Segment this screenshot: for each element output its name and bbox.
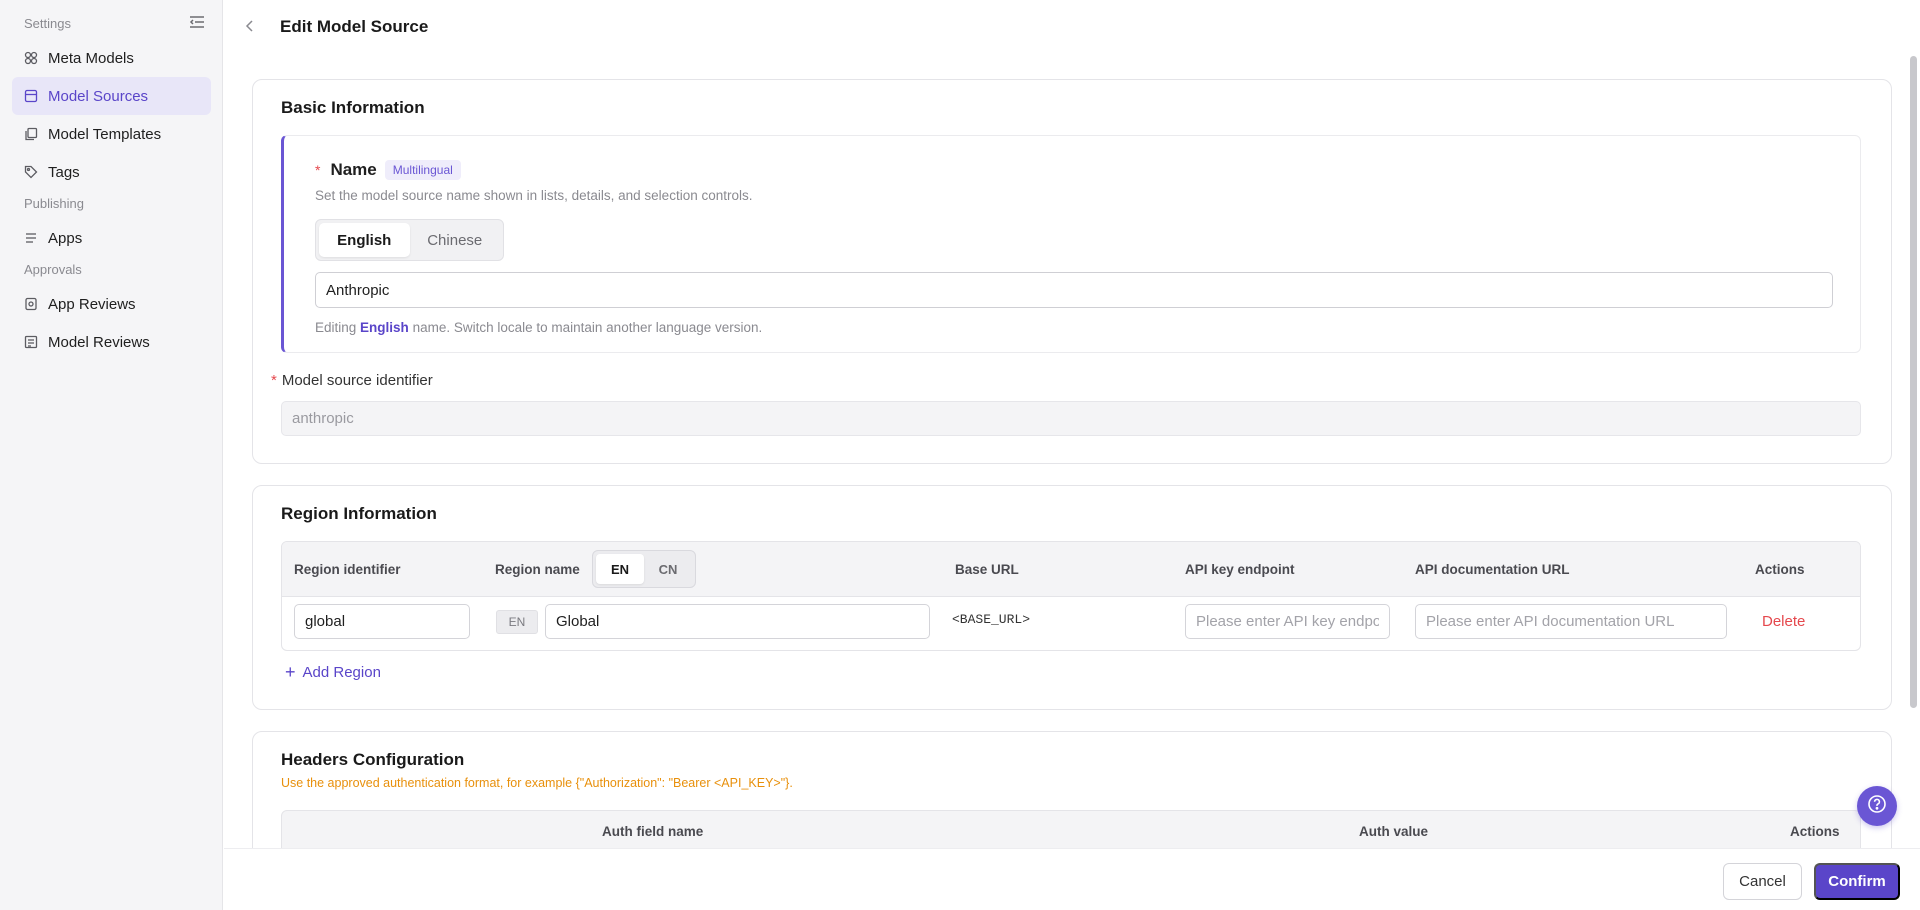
page-title: Edit Model Source bbox=[280, 17, 429, 36]
edit-note-locale: English bbox=[360, 320, 409, 335]
sidebar-item-label: Model Reviews bbox=[48, 333, 150, 351]
region-information-title: Region Information bbox=[281, 504, 437, 523]
sidebar-item-model-reviews[interactable]: Model Reviews bbox=[12, 323, 211, 361]
required-mark: * bbox=[315, 162, 321, 178]
edit-note-prefix: Editing bbox=[315, 320, 357, 335]
cancel-button[interactable]: Cancel bbox=[1723, 863, 1802, 900]
model-sources-icon bbox=[24, 89, 38, 103]
add-region-label: Add Region bbox=[302, 663, 381, 681]
scrollbar-thumb[interactable] bbox=[1910, 56, 1917, 708]
multilingual-badge: Multilingual bbox=[384, 160, 461, 180]
sidebar-item-label: Tags bbox=[48, 163, 80, 181]
sidebar-section-publishing: Publishing bbox=[24, 196, 84, 211]
sidebar-item-model-templates[interactable]: Model Templates bbox=[12, 115, 211, 153]
region-identifier-input[interactable] bbox=[294, 604, 470, 639]
delete-region-button[interactable]: Delete bbox=[1762, 613, 1805, 630]
sidebar-item-label: App Reviews bbox=[48, 295, 136, 313]
basic-information-card: Basic Information * Name Multilingual Se… bbox=[252, 79, 1892, 464]
required-mark: * bbox=[271, 372, 277, 389]
sidebar-item-label: Model Sources bbox=[48, 87, 149, 105]
tag-icon bbox=[24, 165, 38, 179]
api-doc-url-input[interactable] bbox=[1415, 604, 1727, 639]
col-auth-field-name: Auth field name bbox=[602, 824, 704, 839]
form-footer: Cancel Confirm bbox=[224, 848, 1920, 910]
app-reviews-icon bbox=[24, 297, 38, 311]
sidebar-item-label: Apps bbox=[48, 229, 83, 247]
name-input[interactable] bbox=[315, 272, 1833, 308]
model-templates-icon bbox=[24, 127, 38, 141]
col-region-name: Region name bbox=[495, 562, 580, 577]
headers-format-note: Use the approved authentication format, … bbox=[281, 776, 793, 790]
identifier-label: * Model source identifier bbox=[271, 372, 433, 389]
name-field-block: * Name Multilingual Set the model source… bbox=[281, 135, 1861, 353]
edit-note-suffix: name. Switch locale to maintain another … bbox=[412, 320, 763, 335]
col-base-url: Base URL bbox=[955, 562, 1019, 577]
sidebar-item-label: Meta Models bbox=[48, 49, 134, 67]
locale-tab-english[interactable]: English bbox=[319, 223, 410, 257]
add-region-button[interactable]: + Add Region bbox=[285, 663, 381, 681]
apps-list-icon bbox=[24, 231, 38, 245]
sidebar-section-approvals: Approvals bbox=[24, 262, 82, 277]
col-api-doc-url: API documentation URL bbox=[1415, 562, 1570, 577]
region-locale-cn[interactable]: CN bbox=[644, 554, 692, 584]
region-locale-en[interactable]: EN bbox=[596, 554, 644, 584]
sidebar-item-label: Model Templates bbox=[48, 125, 162, 143]
name-help-text: Set the model source name shown in lists… bbox=[315, 188, 753, 203]
api-key-endpoint-input[interactable] bbox=[1185, 604, 1390, 639]
name-locale-tabs: English Chinese bbox=[315, 219, 504, 261]
region-name-locale-toggle: EN CN bbox=[592, 550, 696, 588]
headers-configuration-title: Headers Configuration bbox=[281, 750, 465, 769]
col-headers-actions: Actions bbox=[1790, 824, 1840, 839]
basic-information-title: Basic Information bbox=[281, 98, 425, 117]
help-question-icon bbox=[1867, 794, 1887, 819]
sidebar-item-apps[interactable]: Apps bbox=[12, 219, 211, 257]
name-label: * Name Multilingual bbox=[315, 160, 461, 180]
collapse-sidebar-icon[interactable] bbox=[189, 15, 205, 29]
sidebar-item-app-reviews[interactable]: App Reviews bbox=[12, 285, 211, 323]
name-label-text: Name bbox=[330, 160, 377, 179]
name-edit-note: Editing English name. Switch locale to m… bbox=[315, 320, 762, 335]
col-auth-value: Auth value bbox=[1359, 824, 1429, 839]
sidebar: Settings Meta Models Model Sources Model… bbox=[0, 0, 223, 910]
region-information-card: Region Information Region identifier Reg… bbox=[252, 485, 1892, 710]
col-api-key-endpoint: API key endpoint bbox=[1185, 562, 1295, 577]
confirm-button[interactable]: Confirm bbox=[1814, 863, 1900, 900]
help-button[interactable] bbox=[1857, 786, 1897, 826]
back-chevron-icon[interactable] bbox=[242, 17, 258, 35]
sidebar-item-model-sources[interactable]: Model Sources bbox=[12, 77, 211, 115]
sidebar-item-tags[interactable]: Tags bbox=[12, 153, 211, 191]
page-header: Edit Model Source bbox=[224, 0, 1920, 54]
col-region-identifier: Region identifier bbox=[294, 562, 401, 577]
base-url-value: <BASE_URL> bbox=[952, 612, 1031, 627]
identifier-label-text: Model source identifier bbox=[281, 372, 433, 389]
meta-models-icon bbox=[24, 51, 38, 65]
region-name-input[interactable] bbox=[545, 604, 930, 639]
region-table: Region identifier Region name EN CN Base… bbox=[281, 541, 1861, 651]
sidebar-section-settings: Settings bbox=[24, 16, 71, 31]
locale-tab-chinese[interactable]: Chinese bbox=[410, 223, 501, 257]
model-reviews-icon bbox=[24, 335, 38, 349]
identifier-input bbox=[281, 401, 1861, 436]
region-table-header: Region identifier Region name EN CN Base… bbox=[282, 542, 1860, 597]
region-name-locale-tag: EN bbox=[496, 610, 538, 634]
sidebar-item-meta-models[interactable]: Meta Models bbox=[12, 39, 211, 77]
col-actions: Actions bbox=[1755, 562, 1805, 577]
plus-icon: + bbox=[285, 662, 296, 682]
